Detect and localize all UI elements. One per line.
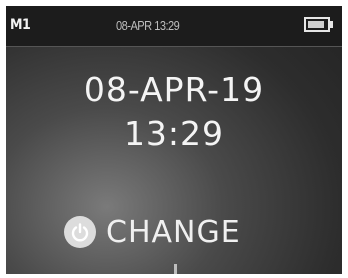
power-icon [64,216,96,248]
scroll-indicator [174,264,177,274]
memory-indicator: M1 [10,17,31,33]
current-date: 08-APR-19 [83,70,265,109]
current-time: 13:29 [123,114,225,153]
change-button[interactable]: CHANGE [64,210,241,254]
device-frame: M1 08-APR 13:29 08-APR-19 13:29 CHANGE [0,0,348,278]
battery-tip [330,21,333,28]
lcd-screen: M1 08-APR 13:29 08-APR-19 13:29 CHANGE [6,6,342,274]
battery-level-fill [308,21,325,28]
status-datetime: 08-APR 13:29 [116,18,180,33]
battery-icon [304,17,330,32]
status-bar: M1 08-APR 13:29 [6,6,342,47]
change-button-label: CHANGE [106,214,241,250]
